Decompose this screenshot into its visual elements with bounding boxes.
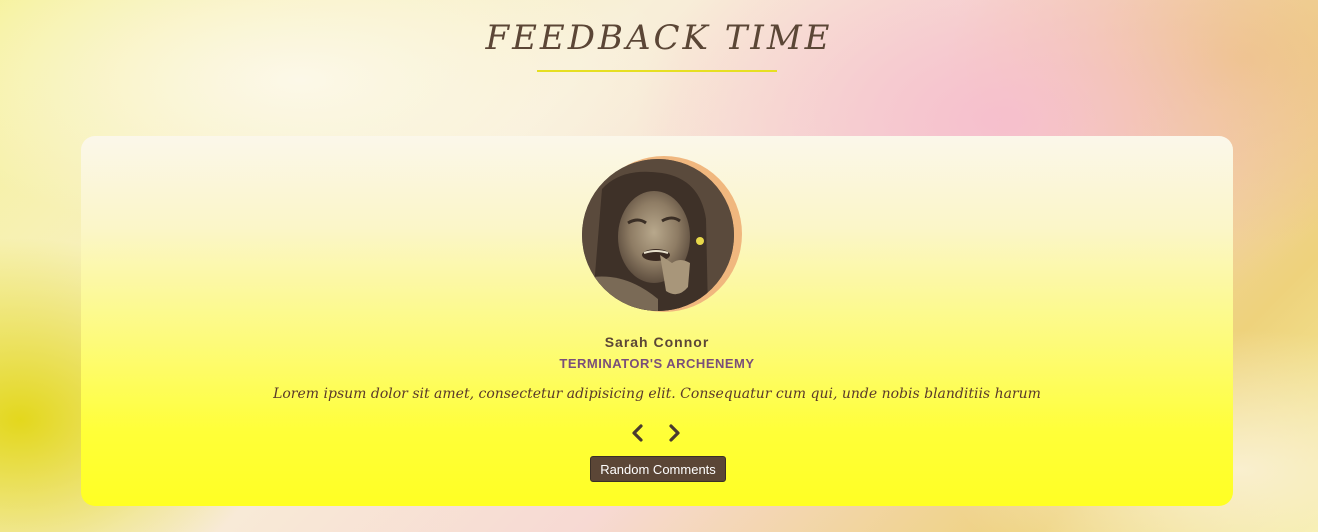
comment-navigation	[627, 422, 687, 444]
chevron-right-icon	[669, 424, 680, 442]
avatar	[582, 159, 734, 311]
testimonial-card: Sarah Connor TERMINATOR'S ARCHENEMY Lore…	[81, 136, 1233, 506]
prev-comment-button[interactable]	[627, 422, 649, 444]
next-comment-button[interactable]	[663, 422, 685, 444]
person-name: Sarah Connor	[604, 334, 710, 350]
random-comments-button[interactable]: Random Comments	[590, 456, 726, 482]
comment-text: Lorem ipsum dolor sit amet, consectetur …	[273, 386, 1041, 402]
avatar-photo	[582, 159, 734, 311]
title-underline	[537, 70, 777, 72]
chevron-left-icon	[632, 424, 643, 442]
person-role: TERMINATOR'S ARCHENEMY	[559, 356, 755, 371]
page-title: FEEDBACK TIME	[485, 18, 833, 58]
avatar-container	[582, 156, 742, 312]
